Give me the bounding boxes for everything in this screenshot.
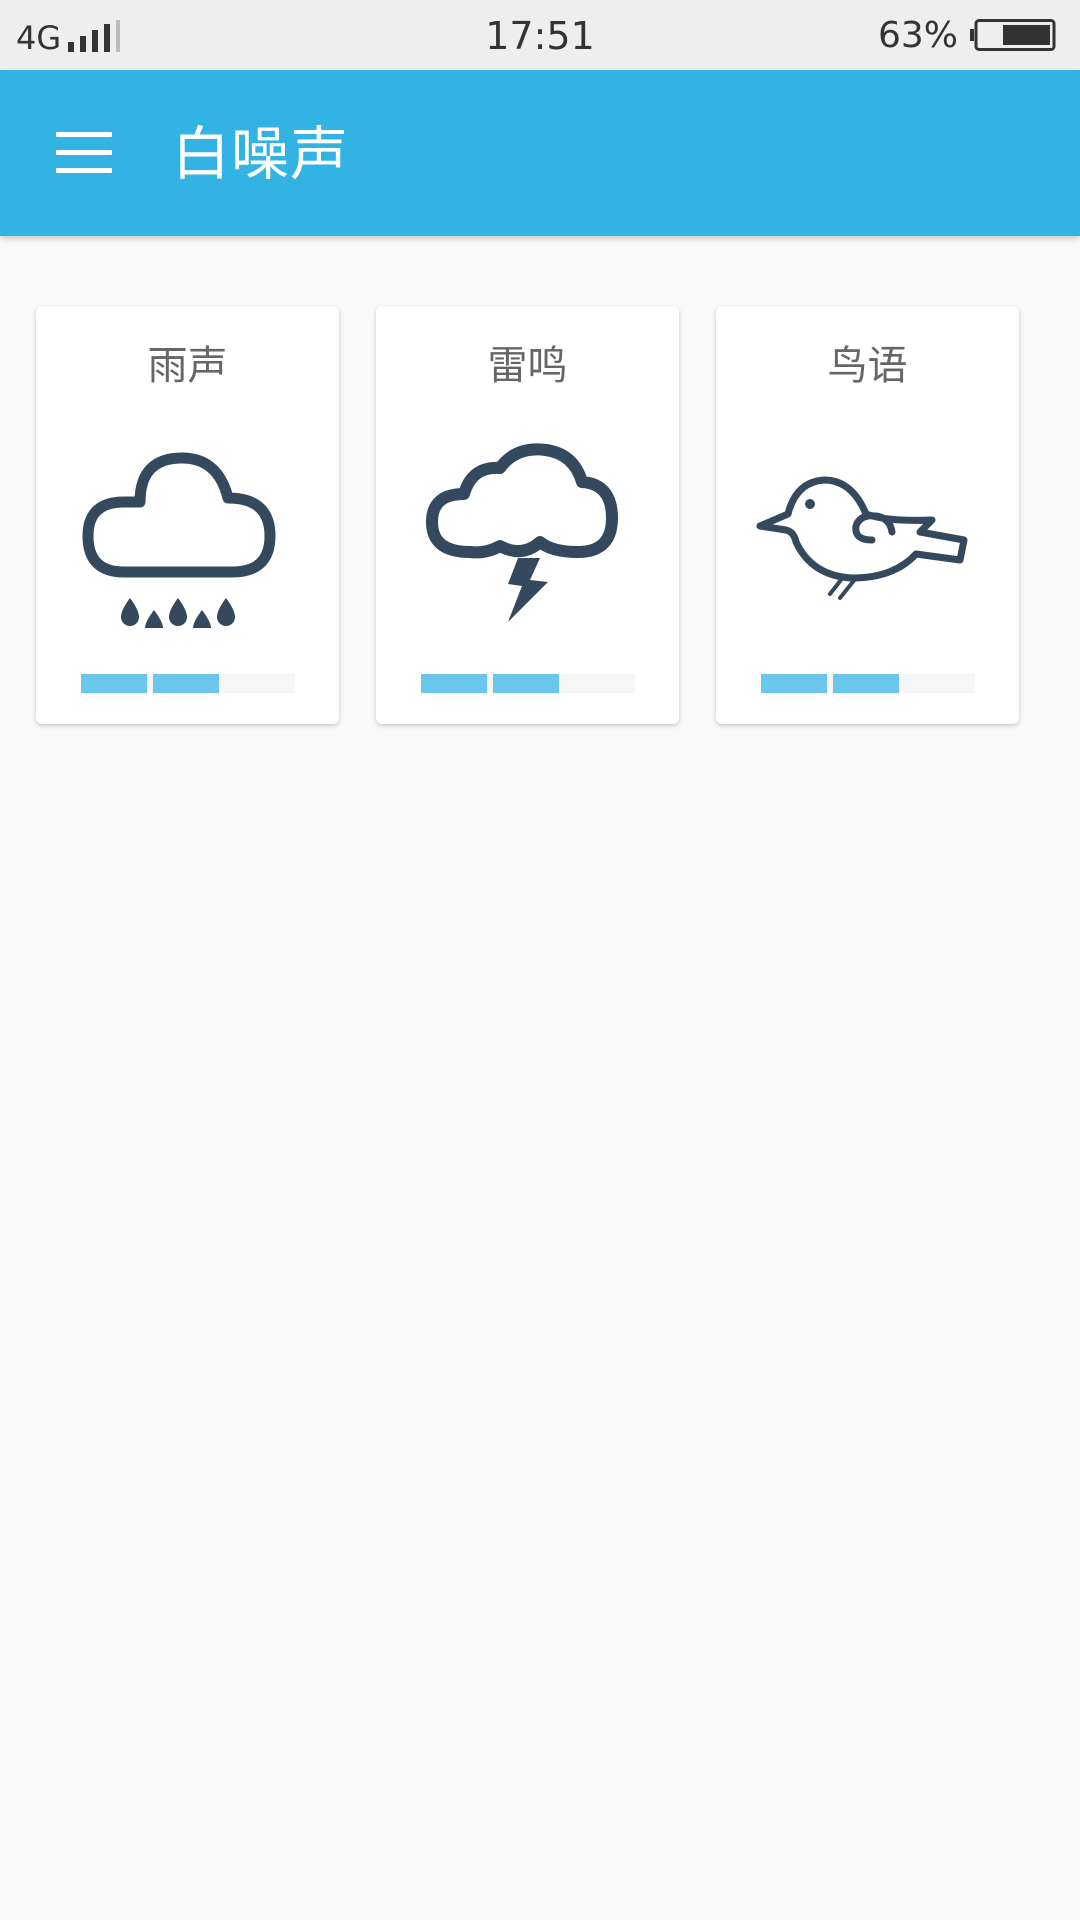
volume-segment xyxy=(81,674,147,693)
page-title: 白噪声 xyxy=(172,120,350,188)
status-bar: 4G 17:51 63% xyxy=(0,0,1080,70)
volume-bar[interactable] xyxy=(81,674,295,693)
volume-segment xyxy=(493,674,559,693)
thunder-cloud-icon xyxy=(412,418,642,628)
sound-card-title: 雨声 xyxy=(147,343,228,389)
volume-bar[interactable] xyxy=(761,674,975,693)
sound-card-thunder[interactable]: 雷鸣 xyxy=(376,306,679,724)
hamburger-menu-icon xyxy=(56,132,112,173)
volume-segment xyxy=(421,674,487,693)
battery-percent: 63% xyxy=(877,15,958,56)
sound-card-title: 雷鸣 xyxy=(487,343,568,389)
sound-card-bird[interactable]: 鸟语 xyxy=(716,306,1019,724)
sound-card-title: 鸟语 xyxy=(827,343,908,389)
app-bar: 白噪声 xyxy=(0,70,1080,236)
battery-icon xyxy=(970,19,1056,51)
menu-button[interactable] xyxy=(40,116,128,188)
volume-segment xyxy=(153,674,219,693)
bird-icon xyxy=(752,418,982,628)
volume-segment xyxy=(833,674,899,693)
rain-cloud-icon xyxy=(72,418,302,628)
volume-bar[interactable] xyxy=(421,674,635,693)
sound-grid: 雨声 雷鸣 鸟语 xyxy=(0,236,1080,1920)
volume-segment xyxy=(761,674,827,693)
sound-card-rain[interactable]: 雨声 xyxy=(36,306,339,724)
